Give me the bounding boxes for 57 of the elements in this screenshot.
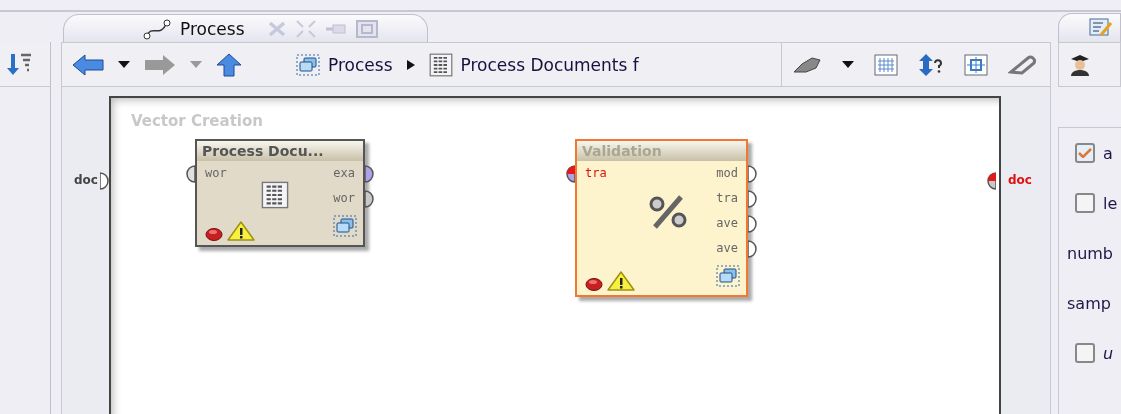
document-icon (261, 181, 289, 209)
dropdown-caret-icon[interactable] (842, 60, 854, 69)
checkmark-icon (1078, 148, 1092, 158)
output-port[interactable] (748, 215, 758, 233)
port-label: ave (716, 216, 738, 230)
parameter-label: le (1103, 193, 1118, 213)
output-port[interactable] (748, 190, 758, 208)
dropdown-caret-icon[interactable] (118, 60, 130, 69)
document-icon (428, 52, 453, 77)
parameters-tab[interactable] (1058, 13, 1121, 42)
port-label: tra (585, 166, 607, 180)
operator-node[interactable]: Process Docu... wor exa wor (195, 139, 365, 247)
warning-icon (227, 221, 255, 241)
output-port[interactable] (365, 165, 375, 183)
operator-node[interactable]: Validation tra mod tra ave ave (575, 139, 748, 297)
operator-title: Validation (577, 141, 746, 161)
port-label: ave (716, 241, 738, 255)
parameter-label: u (1103, 343, 1114, 363)
breadcrumb[interactable]: Process (296, 53, 393, 76)
port-label: wor (333, 191, 355, 205)
port-label: doc (1008, 173, 1032, 187)
breadcrumb[interactable]: Process Documents f (428, 52, 639, 77)
breadcrumb-arrow-icon (406, 59, 415, 70)
sort-icon[interactable] (6, 52, 32, 76)
output-port[interactable] (365, 190, 375, 208)
port-label: exa (333, 166, 355, 180)
input-port[interactable] (100, 172, 110, 190)
status-light-icon (205, 228, 223, 241)
expert-icon[interactable] (1069, 52, 1091, 77)
port-label: doc (74, 173, 98, 187)
tab-title: Process (180, 18, 245, 39)
input-port[interactable] (185, 165, 195, 183)
checkbox[interactable] (1075, 143, 1095, 163)
subprocess-icon[interactable] (716, 265, 740, 287)
checkbox[interactable] (1075, 193, 1095, 213)
output-port[interactable] (748, 165, 758, 183)
parameter-label: numb (1067, 243, 1114, 263)
output-port[interactable] (748, 240, 758, 258)
up-arrow-icon[interactable] (216, 52, 242, 77)
warning-icon (607, 271, 635, 291)
help-arrows-icon[interactable] (918, 52, 944, 77)
port-label: mod (716, 166, 738, 180)
operator-title: Process Docu... (197, 141, 363, 161)
subprocess-icon[interactable] (333, 215, 357, 237)
edit-icon (1089, 17, 1113, 39)
checkbox[interactable] (1075, 343, 1095, 363)
fit-icon[interactable] (964, 53, 988, 76)
back-arrow-icon[interactable] (72, 53, 104, 76)
port-label: wor (205, 166, 227, 180)
output-port[interactable] (986, 172, 996, 190)
port-label: tra (716, 191, 738, 205)
process-icon (142, 17, 172, 40)
subprocess-icon[interactable] (296, 53, 320, 76)
parameter-label: a (1103, 143, 1113, 163)
percent-icon (647, 195, 689, 229)
parameter-label: samp (1067, 293, 1111, 313)
status-light-icon (585, 278, 603, 291)
